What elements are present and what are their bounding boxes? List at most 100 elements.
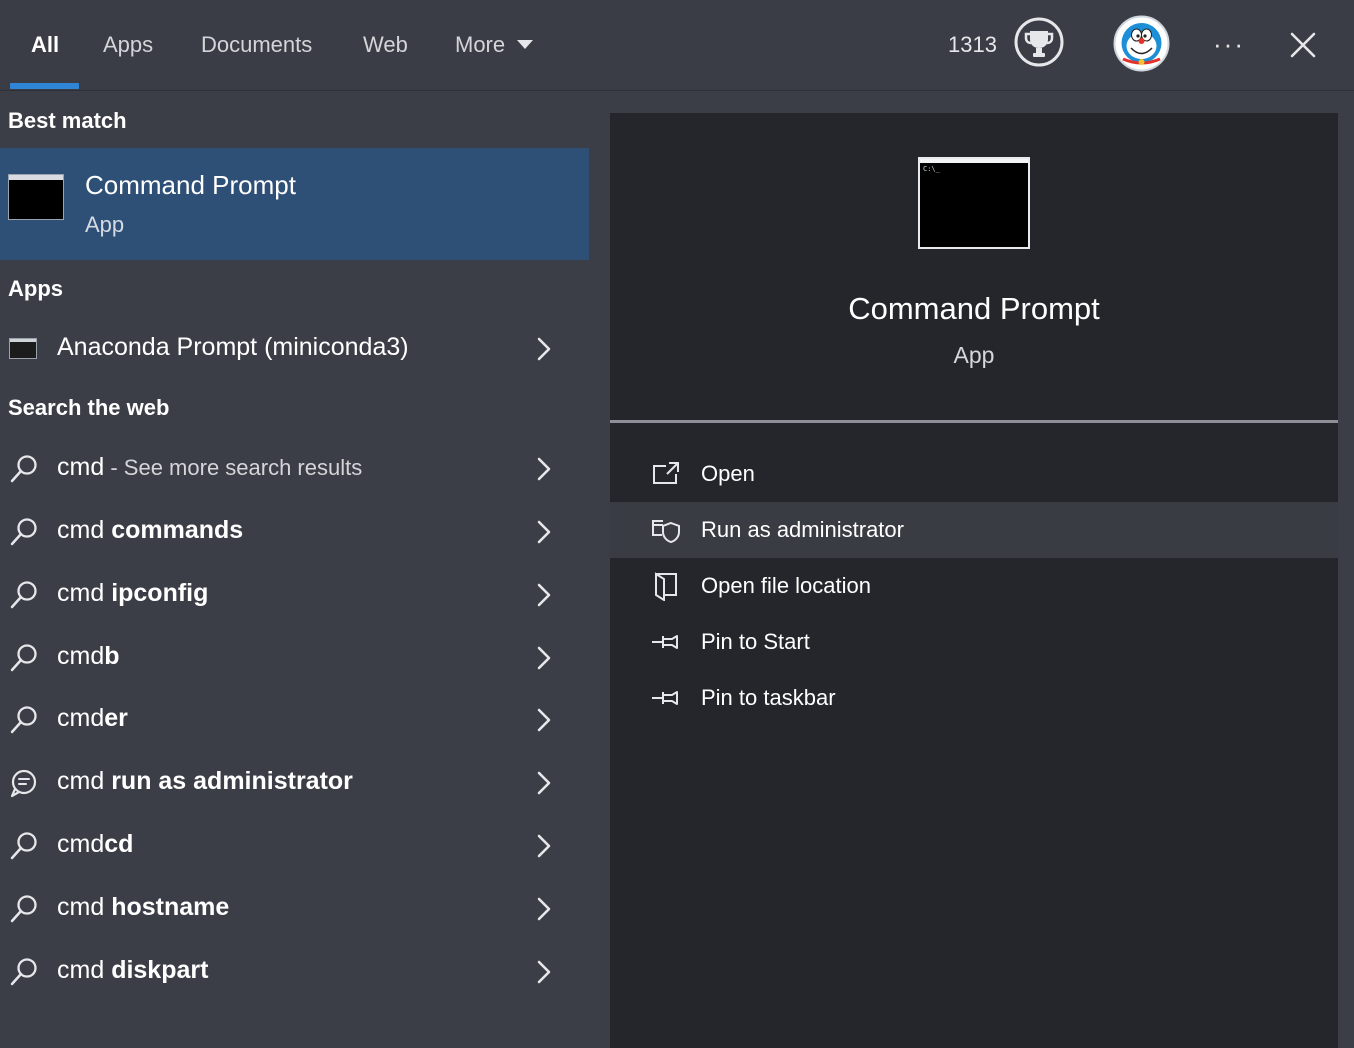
chevron-right-icon[interactable] bbox=[535, 832, 553, 860]
web-result-prefix: cmd bbox=[57, 893, 112, 921]
web-result-item[interactable]: cmd hostname bbox=[0, 879, 589, 939]
action-label: Open bbox=[701, 461, 755, 486]
tab-apps[interactable]: Apps bbox=[103, 0, 153, 90]
best-match-item[interactable]: Command Prompt App bbox=[0, 148, 589, 260]
caret-down-icon bbox=[517, 39, 534, 49]
web-result-item[interactable]: cmd ipconfig bbox=[0, 565, 589, 625]
web-result-suggestion: b bbox=[104, 642, 120, 670]
pin-icon bbox=[652, 691, 678, 705]
action-run-as-administrator[interactable]: Run as administrator bbox=[610, 502, 1338, 558]
open-external-icon bbox=[653, 462, 679, 484]
search-web-heading: Search the web bbox=[8, 395, 170, 420]
action-label: Open file location bbox=[701, 573, 871, 598]
web-result-label: cmd diskpart bbox=[57, 956, 208, 985]
close-icon[interactable] bbox=[1286, 28, 1320, 62]
web-result-label: cmd run as administrator bbox=[57, 767, 353, 796]
tab-more[interactable]: More bbox=[455, 0, 534, 90]
web-result-item[interactable]: cmd run as administrator bbox=[0, 753, 589, 813]
preview-pane: C:\_ Command Prompt App Open Run as admi… bbox=[610, 113, 1338, 1048]
trophy-icon[interactable] bbox=[1014, 17, 1064, 67]
chevron-right-icon[interactable] bbox=[535, 769, 553, 797]
web-result-prefix: cmd bbox=[57, 830, 105, 858]
web-result-suggestion: cd bbox=[104, 830, 134, 858]
app-result-label: Anaconda Prompt (miniconda3) bbox=[57, 333, 409, 361]
shield-admin-icon bbox=[652, 520, 680, 544]
web-result-item[interactable]: cmd diskpart bbox=[0, 942, 589, 1002]
web-result-prefix: cmd bbox=[57, 767, 112, 795]
tab-documents[interactable]: Documents bbox=[201, 0, 312, 90]
web-result-prefix: cmd bbox=[57, 956, 112, 984]
user-avatar[interactable] bbox=[1113, 15, 1170, 72]
apps-heading: Apps bbox=[8, 276, 63, 301]
more-options-button[interactable]: ··· bbox=[1212, 30, 1246, 58]
web-result-suggestion: commands bbox=[111, 516, 244, 544]
chevron-right-icon[interactable] bbox=[535, 644, 553, 672]
action-label: Pin to taskbar bbox=[701, 685, 836, 710]
web-result-label: cmd hostname bbox=[57, 893, 229, 922]
web-result-label: cmd commands bbox=[57, 516, 243, 545]
web-result-prefix: cmd bbox=[57, 579, 112, 607]
action-open[interactable]: Open bbox=[610, 446, 1338, 502]
action-label: Pin to Start bbox=[701, 629, 810, 654]
web-result-label: cmd - See more search results bbox=[57, 453, 362, 482]
tab-all[interactable]: All bbox=[31, 0, 59, 90]
chevron-right-icon[interactable] bbox=[535, 335, 553, 363]
web-result-suggestion: er bbox=[104, 704, 128, 732]
web-result-label: cmder bbox=[57, 704, 128, 733]
see-more-link: See more search results bbox=[123, 455, 363, 480]
web-result-suggestion: hostname bbox=[111, 893, 230, 921]
chevron-right-icon[interactable] bbox=[535, 706, 553, 734]
search-icon bbox=[10, 581, 37, 609]
search-icon bbox=[10, 895, 37, 923]
web-result-prefix: cmd bbox=[57, 516, 112, 544]
active-tab-indicator bbox=[10, 83, 79, 89]
web-result-suggestion: run as administrator bbox=[111, 767, 353, 795]
search-icon bbox=[10, 644, 37, 672]
search-icon bbox=[10, 832, 37, 860]
action-open-file-location[interactable]: Open file location bbox=[610, 558, 1338, 614]
web-query: cmd bbox=[57, 453, 105, 481]
web-result-item[interactable]: cmder bbox=[0, 690, 589, 750]
tab-web[interactable]: Web bbox=[363, 0, 408, 90]
search-icon bbox=[10, 455, 37, 483]
web-result-see-more[interactable]: cmd - See more search results bbox=[0, 439, 589, 499]
search-header: All Apps Documents Web More 1313 ··· bbox=[0, 0, 1354, 91]
best-match-heading: Best match bbox=[8, 108, 127, 133]
tab-more-label: More bbox=[455, 32, 506, 57]
web-separator: - bbox=[104, 455, 124, 480]
web-result-item[interactable]: cmdb bbox=[0, 628, 589, 688]
chevron-right-icon[interactable] bbox=[535, 581, 553, 609]
rewards-points: 1313 bbox=[948, 32, 997, 57]
web-result-label: cmdb bbox=[57, 642, 120, 671]
best-match-type: App bbox=[85, 212, 125, 237]
web-result-label: cmdcd bbox=[57, 830, 133, 859]
prompt-glyph: C:\_ bbox=[923, 165, 940, 173]
terminal-icon bbox=[9, 338, 37, 359]
chat-icon bbox=[10, 769, 37, 798]
web-result-item[interactable]: cmdcd bbox=[0, 816, 589, 876]
chevron-right-icon[interactable] bbox=[535, 958, 553, 986]
web-result-item[interactable]: cmd commands bbox=[0, 502, 589, 562]
chevron-right-icon[interactable] bbox=[535, 518, 553, 546]
action-label: Run as administrator bbox=[701, 517, 904, 542]
preview-subtitle: App bbox=[953, 342, 995, 368]
best-match-name: Command Prompt bbox=[85, 170, 296, 200]
preview-divider bbox=[610, 420, 1338, 423]
pin-icon bbox=[652, 635, 678, 649]
web-result-suggestion: ipconfig bbox=[111, 579, 209, 607]
results-pane: Best match Command Prompt App Apps Anaco… bbox=[0, 91, 589, 1048]
action-pin-to-taskbar[interactable]: Pin to taskbar bbox=[610, 670, 1338, 726]
command-prompt-icon: C:\_ bbox=[918, 157, 1030, 249]
app-result-anaconda[interactable]: Anaconda Prompt (miniconda3) bbox=[0, 319, 589, 379]
file-location-icon bbox=[655, 572, 677, 601]
preview-title: Command Prompt bbox=[848, 291, 1100, 326]
chevron-right-icon[interactable] bbox=[535, 895, 553, 923]
chevron-right-icon[interactable] bbox=[535, 455, 553, 483]
search-icon bbox=[10, 518, 37, 546]
web-result-prefix: cmd bbox=[57, 704, 105, 732]
action-pin-to-start[interactable]: Pin to Start bbox=[610, 614, 1338, 670]
command-prompt-icon bbox=[8, 174, 64, 220]
web-result-suggestion: diskpart bbox=[111, 956, 209, 984]
web-result-label: cmd ipconfig bbox=[57, 579, 208, 608]
search-icon bbox=[10, 958, 37, 986]
